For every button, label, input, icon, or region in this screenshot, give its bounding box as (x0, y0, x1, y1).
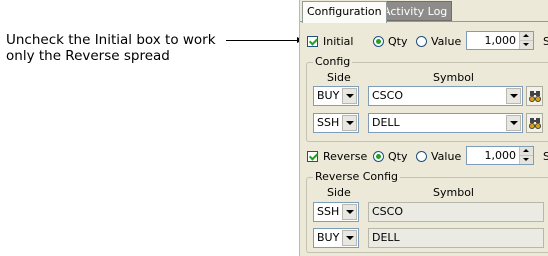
config-side-value-2: SSH (317, 116, 340, 129)
tab-strip: Configuration Activity Log (300, 0, 548, 23)
config-symbol-combo-1[interactable]: CSCO (368, 86, 523, 106)
reverse-config-side-select-1[interactable]: SSH (313, 202, 359, 222)
initial-spin-up-icon[interactable] (520, 32, 533, 41)
initial-checkbox[interactable] (307, 35, 318, 47)
tab-configuration[interactable]: Configuration (302, 1, 387, 23)
initial-quantity-value[interactable]: 1,000 (467, 32, 519, 49)
annotation-line-2: only the Reverse spread (6, 48, 170, 64)
initial-value-label: Value (431, 34, 462, 48)
config-side-select-1[interactable]: BUY (313, 86, 359, 106)
reverse-spin-buttons (519, 147, 533, 164)
reverse-config-side-select-2[interactable]: BUY (313, 228, 359, 248)
reverse-edge-text: S (543, 150, 548, 163)
reverse-config-symbol-field-1: CSCO (368, 202, 544, 222)
reverse-config-side-header: Side (327, 186, 351, 199)
config-lookup-button-1[interactable] (526, 86, 543, 106)
reverse-spin-down-icon[interactable] (520, 156, 533, 164)
chevron-down-icon[interactable] (342, 230, 357, 246)
annotation-line-1: Uncheck the Initial box to work (6, 32, 216, 48)
initial-quantity-stepper[interactable]: 1,000 (466, 31, 534, 50)
config-group-title: Config (313, 55, 353, 68)
initial-checkbox-label: Initial (323, 34, 354, 48)
initial-qty-radio[interactable] (373, 35, 384, 47)
binoculars-icon (529, 118, 541, 129)
chevron-down-icon[interactable] (506, 115, 521, 131)
reverse-config-symbol-field-2: DELL (368, 228, 544, 248)
config-side-header: Side (327, 71, 351, 84)
initial-value-radio[interactable] (416, 35, 427, 47)
config-side-value-1: BUY (317, 89, 340, 102)
initial-spin-down-icon[interactable] (520, 41, 533, 49)
reverse-config-group: Reverse Config Side Symbol SSH CSCO BUY … (306, 170, 548, 253)
reverse-config-side-value-2: BUY (317, 231, 340, 244)
reverse-qty-option[interactable]: Qty (373, 147, 407, 165)
reverse-value-radio[interactable] (416, 150, 427, 162)
tab-activity-log[interactable]: Activity Log (378, 1, 453, 21)
chevron-down-icon[interactable] (342, 115, 357, 131)
reverse-config-group-title: Reverse Config (313, 170, 401, 183)
reverse-qty-label: Qty (388, 149, 408, 163)
configuration-panel: Configuration Activity Log Initial Qty V… (299, 0, 548, 256)
reverse-row: Reverse (307, 147, 367, 165)
annotation-arrow (226, 37, 303, 43)
initial-spin-buttons (519, 32, 533, 49)
reverse-checkbox[interactable] (307, 150, 318, 162)
reverse-quantity-value[interactable]: 1,000 (467, 147, 519, 164)
config-lookup-button-2[interactable] (526, 113, 543, 133)
chevron-down-icon[interactable] (506, 88, 521, 104)
config-side-select-2[interactable]: SSH (313, 113, 359, 133)
config-group: Config Side Symbol BUY CSCO SSH DELL (306, 55, 548, 142)
config-symbol-value-1[interactable]: CSCO (369, 87, 506, 105)
reverse-value-label: Value (431, 149, 462, 163)
config-symbol-combo-2[interactable]: DELL (368, 113, 523, 133)
initial-qty-label: Qty (388, 34, 408, 48)
reverse-value-option[interactable]: Value (416, 147, 461, 165)
chevron-down-icon[interactable] (342, 204, 357, 220)
reverse-config-symbol-value-1: CSCO (372, 205, 404, 218)
initial-qty-option[interactable]: Qty (373, 32, 407, 50)
chevron-down-icon[interactable] (342, 88, 357, 104)
initial-edge-text: S (543, 35, 548, 48)
initial-value-option[interactable]: Value (416, 32, 461, 50)
reverse-qty-radio[interactable] (373, 150, 384, 162)
reverse-spin-up-icon[interactable] (520, 147, 533, 156)
reverse-quantity-stepper[interactable]: 1,000 (466, 146, 534, 165)
annotation-callout: Uncheck the Initial box to work only the… (6, 32, 238, 64)
initial-row: Initial (307, 32, 353, 50)
binoculars-icon (529, 91, 541, 102)
reverse-config-symbol-value-2: DELL (372, 231, 400, 244)
config-symbol-header: Symbol (433, 71, 474, 84)
reverse-config-symbol-header: Symbol (433, 186, 474, 199)
reverse-config-side-value-1: SSH (317, 205, 340, 218)
reverse-checkbox-label: Reverse (323, 149, 368, 163)
config-symbol-value-2[interactable]: DELL (369, 114, 506, 132)
